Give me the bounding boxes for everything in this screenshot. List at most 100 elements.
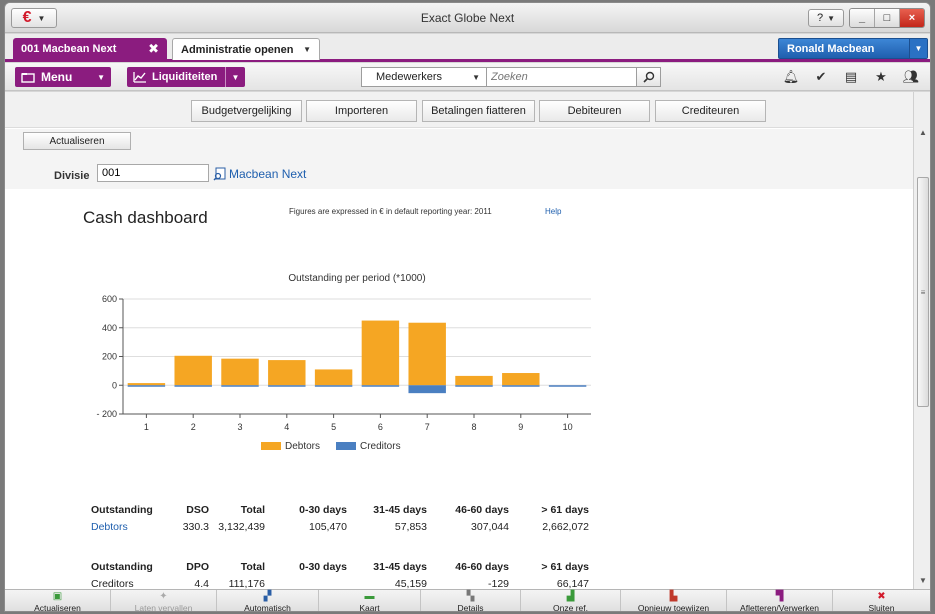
creditors-bar [408,385,446,394]
debtors-bar [408,322,446,386]
maximize-button[interactable]: □ [875,9,900,27]
star-icon[interactable]: ★ [873,68,889,86]
search-input[interactable] [487,67,637,87]
bell-icon[interactable]: 🔔︎ [783,68,800,86]
table-cell: 105,470 [309,520,347,533]
debtors-link[interactable]: Debtors [91,518,181,535]
close-window-button[interactable]: × [900,9,924,27]
card-icon: ▬ [364,590,375,602]
y-tick-label: 0 [112,380,117,390]
scroll-up-icon[interactable]: ▲ [914,124,930,140]
reassign-icon: ▙ [669,590,678,602]
refresh-button[interactable]: Actualiseren [23,132,131,150]
bottom-refresh-button[interactable]: ▣ Actualiseren [5,590,111,612]
user-menu-button[interactable]: Ronald Macbean ▼ [778,38,928,59]
match-icon: ▜ [775,590,784,602]
chevron-down-icon[interactable]: ▼ [909,39,927,58]
x-tick-label: 9 [518,422,523,432]
bottom-button-label: Onze ref. [553,602,588,612]
import-button[interactable]: Importeren [306,100,417,122]
division-link[interactable]: Macbean Next [213,167,306,181]
x-tick-label: 5 [331,422,336,432]
help-link[interactable]: Help [545,207,561,216]
x-tick-label: 4 [284,422,289,432]
creditors-bar [314,385,353,387]
menu-label: Menu [41,70,73,84]
close-tab-icon[interactable]: ✖ [148,41,159,57]
module-button[interactable]: Liquiditeiten ▼ [127,67,245,87]
column-header: 0-30 days [299,560,347,573]
y-tick-label: 400 [102,323,117,333]
creditors-bar [548,385,587,387]
bottom-match-button[interactable]: ▜ Afletteren/Verwerken [727,590,833,611]
creditors-button[interactable]: Crediteuren [655,100,766,122]
users-icon[interactable]: 👥︎ [903,68,920,86]
table-cell: 111,176 [228,577,265,590]
table-cell: 57,853 [394,520,427,533]
bottom-reassign-button[interactable]: ▙ Opnieuw toewijzen [621,590,727,611]
bottom-button-label: Actualiseren [34,602,81,612]
scroll-down-icon[interactable]: ▼ [914,572,930,588]
close-icon: ✖ [877,590,886,602]
table-cell: 307,044 [471,520,509,533]
window-title: Exact Globe Next [420,11,515,25]
module-dropdown[interactable]: ▼ [225,67,245,87]
user-name: Ronald Macbean [787,42,875,55]
window-controls: _ □ × [849,8,925,28]
bottom-details-button[interactable]: ▚ Details [421,590,521,612]
main-toolbar: Menu ▼ Liquiditeiten ▼ Medewerkers ▼ 🔔︎ … [5,63,930,91]
table-cell: 2,662,072 [542,520,589,533]
tab-label: 001 Macbean Next [21,43,117,55]
vertical-scrollbar[interactable]: ▲ ≡ ▼ [913,92,930,589]
module-label: Liquiditeiten [152,71,218,83]
bottom-card-button[interactable]: ▬ Kaart [319,590,421,611]
table-row: Debtors 330.3 3,132,439 105,470 57,853 3… [91,518,589,535]
chart-title: Outstanding per period (*1000) [288,273,425,284]
column-header: DPO [186,560,209,573]
creditors-bar [455,385,493,387]
bottom-button-label: Details [457,602,484,612]
debtors-button[interactable]: Debiteuren [539,100,650,122]
search-icon [642,71,654,83]
division-link-label: Macbean Next [229,167,307,181]
search-button[interactable] [637,67,661,87]
y-tick-label: 200 [102,352,117,362]
document-icon[interactable]: ▤ [843,68,859,86]
chevron-down-icon: ▼ [303,45,311,54]
creditors-bar [127,385,166,387]
help-label: ? [816,12,824,24]
creditors-bar [268,385,306,387]
minimize-button[interactable]: _ [850,9,875,27]
bottom-our-ref-button[interactable]: ▟ Onze ref. [521,590,621,612]
application-window: € ▼ Exact Globe Next ? ▼ _ □ × 001 Macbe… [4,2,931,612]
column-header: 31-45 days [373,503,427,516]
bottom-automatic-button[interactable]: ▞ Automatisch [217,590,319,611]
bottom-expire-button[interactable]: ✦ Laten vervallen [111,590,217,611]
legend-label: Debtors [285,441,320,452]
tab-macbean-next[interactable]: 001 Macbean Next ✖ [13,38,167,60]
debtors-bar [127,383,166,386]
scroll-thumb[interactable]: ≡ [917,177,929,407]
title-bar: € ▼ Exact Globe Next ? ▼ _ □ × [5,3,930,33]
budget-comparison-button[interactable]: Budgetvergelijking [191,100,302,122]
y-tick-label: - 200 [96,409,117,419]
menu-button[interactable]: Menu ▼ [15,67,111,87]
debtors-table: Outstanding DSO Total 0-30 days 31-45 da… [91,501,589,535]
search-scope-select[interactable]: Medewerkers ▼ [361,67,487,87]
debtors-bar [174,355,212,386]
creditors-bar [502,385,540,387]
debtors-bar [502,373,540,386]
table-row: Creditors 4.4 111,176 45,159 -129 66,147 [91,575,589,590]
approve-payments-button[interactable]: Betalingen fiatteren [422,100,535,122]
help-button[interactable]: ? ▼ [808,9,844,27]
search-group: Medewerkers ▼ [361,67,663,87]
table-cell: 4.4 [194,577,209,590]
bottom-close-button[interactable]: ✖ Sluiten [833,590,930,611]
search-document-icon [213,167,226,181]
x-tick-label: 1 [144,422,149,432]
table-cell [265,575,347,589]
tab-administratie-openen[interactable]: Administratie openen ▼ [172,38,320,60]
checkmark-icon[interactable]: ✔ [813,68,829,86]
x-tick-label: 8 [471,422,476,432]
division-input[interactable] [97,164,209,182]
